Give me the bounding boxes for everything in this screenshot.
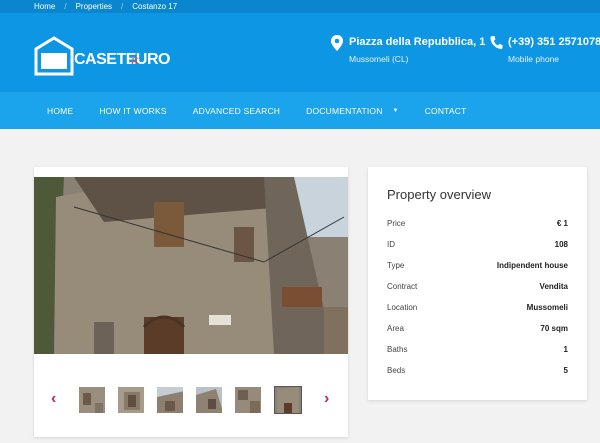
nav-how-it-works[interactable]: HOW IT WORKS (99, 106, 166, 116)
breadcrumb-separator: / (64, 2, 67, 11)
main-nav: HOME HOW IT WORKS ADVANCED SEARCH DOCUME… (0, 92, 600, 129)
overview-row-beds: Beds 5 (387, 366, 568, 380)
thumbnail[interactable] (117, 386, 145, 414)
nav-home[interactable]: HOME (47, 106, 73, 116)
overview-value: Indipendent house (496, 261, 568, 270)
overview-label: Price (387, 219, 406, 228)
address-line: Piazza della Repubblica, 1 (349, 36, 486, 48)
overview-value: 70 sqm (540, 324, 568, 333)
house-logo-icon (34, 36, 74, 76)
overview-value: € 1 (556, 219, 568, 228)
property-overview: Property overview Price € 1 ID 108 Type … (368, 167, 587, 400)
overview-label: Contract (387, 282, 418, 291)
house-photo-image (34, 177, 348, 354)
overview-row-location: Location Mussomeli (387, 303, 568, 317)
overview-value: Mussomeli (526, 303, 568, 312)
overview-value: 1 (563, 345, 568, 354)
photo-gallery: ‹ › (34, 167, 348, 437)
nav-documentation[interactable]: DOCUMENTATION ▼ (306, 106, 399, 116)
map-pin-icon (331, 35, 343, 51)
breadcrumb: Home / Properties / Costanzo 17 (0, 0, 600, 13)
thumbnail-image (79, 387, 105, 413)
logo-text: CASETEURO (74, 51, 170, 68)
phone-label: Mobile phone (508, 54, 560, 64)
phone-icon (490, 36, 503, 50)
breadcrumb-home[interactable]: Home (34, 0, 55, 13)
overview-value: 108 (554, 240, 568, 249)
thumbnail-image (275, 387, 301, 413)
chevron-right-icon[interactable]: › (324, 390, 329, 408)
thumbnail-image (157, 387, 183, 413)
thumbnail-active[interactable] (274, 386, 302, 414)
overview-title: Property overview (387, 187, 492, 202)
thumbnail-image (118, 387, 144, 413)
breadcrumb-current: Costanzo 17 (132, 2, 178, 11)
overview-row-id: ID 108 (387, 240, 568, 254)
overview-label: ID (387, 240, 395, 249)
address-city: Mussomeli (CL) (349, 54, 409, 64)
thumbnail[interactable] (156, 386, 184, 414)
overview-label: Beds (387, 366, 406, 375)
caret-down-icon: ▼ (392, 107, 399, 114)
nav-advanced-search[interactable]: ADVANCED SEARCH (193, 106, 280, 116)
logo-suffix: it (131, 52, 139, 67)
nav-contact[interactable]: CONTACT (425, 106, 467, 116)
overview-value: 5 (563, 366, 568, 375)
overview-row-type: Type Indipendent house (387, 261, 568, 275)
main-photo[interactable] (34, 177, 348, 354)
thumbnail-strip: ‹ › (34, 385, 348, 415)
breadcrumb-properties[interactable]: Properties (76, 0, 112, 13)
overview-row-contract: Contract Vendita (387, 282, 568, 296)
thumbnail-image (235, 387, 261, 413)
chevron-left-icon[interactable]: ‹ (51, 390, 56, 408)
overview-value: Vendita (539, 282, 568, 291)
overview-label: Baths (387, 345, 408, 354)
overview-row-baths: Baths 1 (387, 345, 568, 359)
overview-label: Location (387, 303, 418, 312)
overview-row-area: Area 70 sqm (387, 324, 568, 338)
overview-label: Type (387, 261, 405, 270)
thumbnail[interactable] (234, 386, 262, 414)
phone-number[interactable]: (+39) 351 2571078 (508, 36, 600, 48)
thumbnail-image (196, 387, 222, 413)
site-header: CASETEURO it Piazza della Repubblica, 1 … (0, 13, 600, 92)
overview-label: Area (387, 324, 404, 333)
thumbnail[interactable] (78, 386, 106, 414)
breadcrumb-separator: / (121, 2, 124, 11)
overview-row-price: Price € 1 (387, 219, 568, 233)
nav-documentation-label: DOCUMENTATION (306, 105, 383, 116)
site-logo[interactable]: CASETEURO it (34, 36, 170, 76)
thumbnail[interactable] (195, 386, 223, 414)
